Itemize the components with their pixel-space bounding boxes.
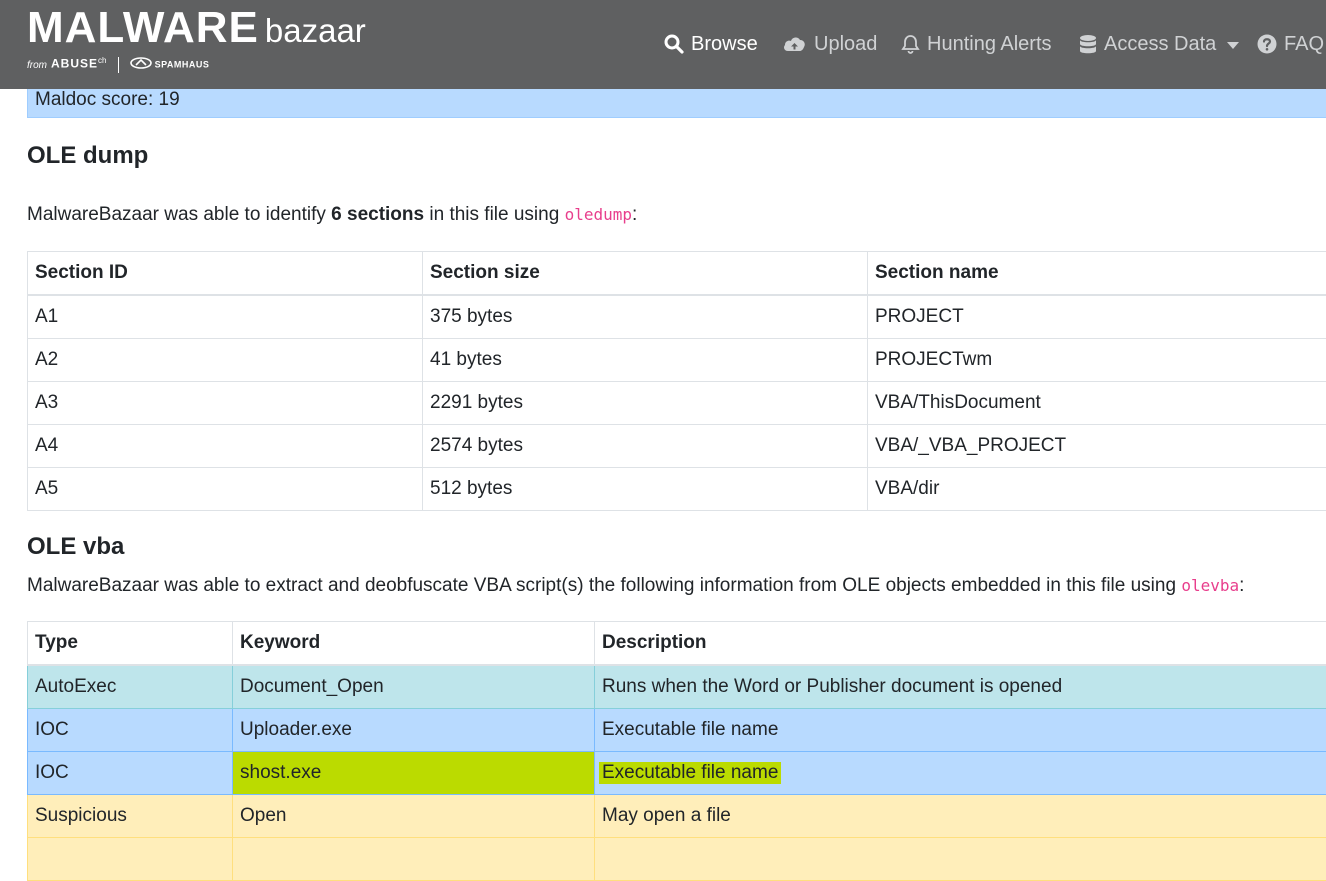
cell-section-size: 41 bytes — [423, 339, 868, 382]
table-row: Suspicious Open May open a file — [28, 795, 1326, 838]
ole-vba-intro-suffix: : — [1239, 575, 1244, 596]
brand-logo[interactable]: MALWAREbazaar fromABUSEch SPAMHAUS — [27, 4, 366, 52]
brand-tagline: from ABUSEch SPAMHAUS — [27, 56, 209, 73]
cloud-upload-icon — [782, 34, 807, 54]
ole-dump-intro: MalwareBazaar was able to identify 6 sec… — [27, 204, 637, 226]
table-row-partial — [28, 838, 1326, 881]
cell-keyword: Uploader.exe — [233, 709, 595, 752]
cell-type: IOC — [28, 752, 233, 795]
cell-section-size: 2574 bytes — [423, 425, 868, 468]
cell-section-id: A3 — [28, 382, 423, 425]
nav-upload[interactable]: Upload — [782, 30, 877, 58]
col-header-description: Description — [595, 622, 1326, 666]
brand-sub: bazaar — [265, 12, 366, 50]
cell-description: Runs when the Word or Publisher document… — [595, 665, 1326, 709]
ole-vba-table: Type Keyword Description AutoExec Docume… — [27, 621, 1326, 881]
spamhaus-icon — [130, 57, 152, 72]
maldoc-score-text: Maldoc score: 19 — [35, 89, 180, 111]
nav-access-data[interactable]: Access Data — [1079, 30, 1239, 58]
table-row: A5 512 bytes VBA/dir — [28, 468, 1326, 511]
cell-description: Executable file name — [595, 709, 1326, 752]
col-header-section-size: Section size — [423, 252, 868, 296]
nav-browse-label: Browse — [691, 33, 758, 56]
brand-from: from — [27, 60, 47, 71]
cell-type: Suspicious — [28, 795, 233, 838]
ole-dump-table: Section ID Section size Section name A1 … — [27, 251, 1326, 511]
brand-divider — [118, 57, 119, 73]
table-row: A2 41 bytes PROJECTwm — [28, 339, 1326, 382]
cell-section-id: A2 — [28, 339, 423, 382]
bell-icon — [901, 34, 920, 54]
cell-section-name: VBA/dir — [868, 468, 1326, 511]
brand-spamhaus: SPAMHAUS — [155, 60, 210, 70]
ole-vba-intro: MalwareBazaar was able to extract and de… — [27, 575, 1244, 597]
table-row-highlighted: IOC shost.exe Executable file name — [28, 752, 1326, 795]
olevba-tool-name: olevba — [1181, 576, 1239, 595]
table-row: A3 2291 bytes VBA/ThisDocument — [28, 382, 1326, 425]
cell-keyword — [233, 838, 595, 881]
cell-section-name: VBA/ThisDocument — [868, 382, 1326, 425]
ole-dump-section-count: 6 sections — [331, 204, 424, 225]
cell-section-id: A1 — [28, 295, 423, 339]
nav-faq[interactable]: FAQ — [1257, 30, 1324, 58]
database-icon — [1079, 34, 1097, 55]
table-row: A4 2574 bytes VBA/_VBA_PROJECT — [28, 425, 1326, 468]
nav-faq-label: FAQ — [1284, 33, 1324, 56]
cell-type: AutoExec — [28, 665, 233, 709]
table-row: A1 375 bytes PROJECT — [28, 295, 1326, 339]
cell-section-size: 2291 bytes — [423, 382, 868, 425]
brand-abuse: ABUSE — [51, 57, 98, 71]
description-highlight: Executable file name — [599, 762, 781, 784]
cell-description — [595, 838, 1326, 881]
table-row: AutoExec Document_Open Runs when the Wor… — [28, 665, 1326, 709]
cell-description: Executable file name — [595, 752, 1326, 795]
cell-keyword: Document_Open — [233, 665, 595, 709]
col-header-keyword: Keyword — [233, 622, 595, 666]
cell-description: May open a file — [595, 795, 1326, 838]
ole-dump-intro-prefix: MalwareBazaar was able to identify — [27, 204, 331, 225]
cell-keyword: Open — [233, 795, 595, 838]
col-header-section-name: Section name — [868, 252, 1326, 296]
ole-dump-intro-suffix: : — [632, 204, 637, 225]
brand-abuse-sup: ch — [98, 56, 106, 65]
cell-type — [28, 838, 233, 881]
table-row: IOC Uploader.exe Executable file name — [28, 709, 1326, 752]
question-circle-icon — [1257, 34, 1277, 54]
nav-upload-label: Upload — [814, 33, 877, 56]
cell-section-id: A4 — [28, 425, 423, 468]
nav-access-label: Access Data — [1104, 33, 1216, 56]
cell-type: IOC — [28, 709, 233, 752]
ole-dump-heading: OLE dump — [27, 142, 148, 170]
cell-section-size: 512 bytes — [423, 468, 868, 511]
nav-hunting-alerts[interactable]: Hunting Alerts — [901, 30, 1052, 58]
ole-dump-intro-mid: in this file using — [424, 204, 564, 225]
cell-section-size: 375 bytes — [423, 295, 868, 339]
cell-section-id: A5 — [28, 468, 423, 511]
nav-browse[interactable]: Browse — [664, 30, 758, 58]
cell-section-name: PROJECT — [868, 295, 1326, 339]
cell-section-name: VBA/_VBA_PROJECT — [868, 425, 1326, 468]
table-header-row: Type Keyword Description — [28, 622, 1326, 666]
navbar: MALWAREbazaar fromABUSEch SPAMHAUS Brows… — [0, 0, 1326, 89]
col-header-type: Type — [28, 622, 233, 666]
table-header-row: Section ID Section size Section name — [28, 252, 1326, 296]
ole-vba-intro-prefix: MalwareBazaar was able to extract and de… — [27, 575, 1181, 596]
brand-main: MALWARE — [27, 4, 259, 52]
search-icon — [664, 34, 684, 54]
cell-keyword-highlighted: shost.exe — [233, 752, 595, 795]
col-header-section-id: Section ID — [28, 252, 423, 296]
chevron-down-icon — [1227, 42, 1239, 49]
oledump-tool-name: oledump — [565, 205, 632, 224]
ole-vba-heading: OLE vba — [27, 533, 124, 561]
cell-section-name: PROJECTwm — [868, 339, 1326, 382]
nav-hunting-label: Hunting Alerts — [927, 33, 1052, 56]
